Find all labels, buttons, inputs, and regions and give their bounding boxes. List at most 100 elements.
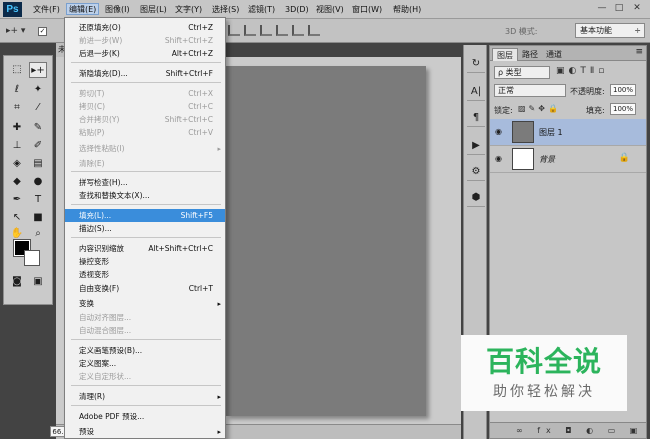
menu-item-undo-fill[interactable]: 还原填充(O) Ctrl+Z (65, 21, 225, 34)
canvas[interactable] (226, 66, 426, 416)
crop-tool-icon[interactable]: ⌗ (8, 100, 26, 116)
menu-item-copy-merged[interactable]: 合并拷贝(Y) Shift+Ctrl+C (65, 113, 225, 126)
type-tool-icon[interactable]: T (29, 192, 47, 208)
tab-layers[interactable]: 图层 (492, 48, 518, 61)
move-tool-icon[interactable]: ▸+ (29, 62, 47, 78)
visibility-eye-icon[interactable]: ◉ (495, 127, 502, 136)
background-color-swatch[interactable] (24, 250, 40, 266)
healing-brush-icon[interactable]: ✚ (8, 120, 26, 136)
fill-field[interactable]: 100% (610, 103, 636, 115)
align-hcenter-icon[interactable] (292, 25, 304, 36)
screen-mode-icon[interactable]: ▣ (29, 274, 47, 290)
menu-item-content-aware-scale[interactable]: 内容识别缩放 Alt+Shift+Ctrl+C (65, 242, 225, 255)
menu-item-step-backward[interactable]: 后退一步(K) Alt+Ctrl+Z (65, 47, 225, 60)
menu-window[interactable]: 窗口(W) (352, 4, 382, 16)
menu-item-purge[interactable]: 清理(R) ▸ (65, 390, 225, 403)
align-vcenter-icon[interactable] (244, 25, 256, 36)
eraser-tool-icon[interactable]: ◈ (8, 156, 26, 172)
tab-paths[interactable]: 路径 (518, 48, 542, 61)
menu-item-perspective-warp[interactable]: 透视变形 (65, 268, 225, 281)
menu-item-adobe-pdf-presets[interactable]: Adobe PDF 预设... (65, 410, 225, 423)
menu-item-step-forward[interactable]: 前进一步(W) Shift+Ctrl+Z (65, 34, 225, 47)
menu-item-label: 拷贝(C) (79, 102, 106, 111)
gradient-tool-icon[interactable]: ▤ (29, 156, 47, 172)
menu-item-transform[interactable]: 变换 ▸ (65, 297, 225, 310)
menu-item-paste[interactable]: 粘贴(P) Ctrl+V (65, 126, 225, 139)
menu-item-spell-check[interactable]: 拼写检查(H)... (65, 176, 225, 189)
path-select-icon[interactable]: ↖ (8, 210, 26, 226)
history-brush-icon[interactable]: ✐ (29, 138, 47, 154)
menu-item-label: Adobe PDF 预设... (79, 412, 145, 421)
3d-panel-icon[interactable]: ⬢ (467, 189, 485, 207)
menu-item-shortcut: Alt+Ctrl+Z (171, 49, 213, 58)
lasso-tool-icon[interactable]: ℓ (8, 82, 26, 98)
layer-filter-icons[interactable]: ▣◐TⅡ▫ (556, 66, 608, 76)
menu-3d[interactable]: 3D(D) (285, 4, 309, 16)
menu-item-presets[interactable]: 预设 ▸ (65, 425, 225, 438)
visibility-eye-icon[interactable]: ◉ (495, 154, 502, 163)
tab-channels[interactable]: 通道 (542, 48, 566, 61)
brush-tool-icon[interactable]: ✎ (29, 120, 47, 136)
menu-item-free-transform[interactable]: 自由变换(F) Ctrl+T (65, 282, 225, 295)
menu-item-label: 后退一步(K) (79, 49, 120, 58)
menu-item-define-pattern[interactable]: 定义图案... (65, 357, 225, 370)
align-bottom-icon[interactable] (260, 25, 272, 36)
eyedropper-icon[interactable]: ⁄ (29, 100, 47, 116)
quick-mask-icon[interactable]: ◙ (8, 274, 26, 290)
close-button[interactable]: ✕ (630, 3, 644, 15)
menu-item-cut[interactable]: 剪切(T) Ctrl+X (65, 87, 225, 100)
menu-image[interactable]: 图像(I) (105, 4, 130, 16)
actions-panel-icon[interactable]: ▶ (467, 137, 485, 155)
menu-item-fill[interactable]: 填充(L)... Shift+F5 (65, 209, 225, 222)
layer-row-background[interactable]: ◉ 背景 🔒 (490, 146, 646, 173)
menu-file[interactable]: 文件(F) (33, 4, 60, 16)
rectangle-tool-icon[interactable]: ■ (29, 210, 47, 226)
menu-item-paste-special[interactable]: 选择性粘贴(I) ▸ (65, 142, 225, 155)
menu-edit[interactable]: 编辑(E) (66, 3, 100, 15)
auto-select-checkbox[interactable]: ✓ (38, 27, 47, 36)
pen-tool-icon[interactable]: ✒ (8, 192, 26, 208)
menu-item-stroke[interactable]: 描边(S)... (65, 222, 225, 235)
minimize-button[interactable]: — (595, 3, 609, 15)
panel-menu-icon[interactable]: ≡ (635, 47, 643, 57)
align-top-icon[interactable] (228, 25, 240, 36)
menu-type[interactable]: 文字(Y) (175, 4, 202, 16)
menu-item-puppet-warp[interactable]: 操控变形 (65, 255, 225, 268)
history-panel-icon[interactable]: ↻ (467, 55, 485, 73)
menu-item-auto-blend-layers[interactable]: 自动混合图层... (65, 324, 225, 337)
move-tool-preset-icon[interactable]: ▸+ ▾ (6, 24, 25, 38)
menu-view[interactable]: 视图(V) (316, 4, 344, 16)
character-panel-icon[interactable]: A| (467, 83, 485, 101)
dodge-tool-icon[interactable]: ● (29, 174, 47, 190)
menu-item-fade-fill[interactable]: 渐隐填充(D)... Shift+Ctrl+F (65, 67, 225, 80)
layers-panel-footer[interactable]: ∞ fx ◘ ◐ ▭ ▣ 🗑 (490, 422, 646, 438)
clone-stamp-icon[interactable]: ⊥ (8, 138, 26, 154)
menu-filter[interactable]: 滤镜(T) (248, 4, 275, 16)
blur-tool-icon[interactable]: ◆ (8, 174, 26, 190)
menu-item-auto-align-layers[interactable]: 自动对齐图层... (65, 311, 225, 324)
menu-item-copy[interactable]: 拷贝(C) Ctrl+C (65, 100, 225, 113)
workspace-select[interactable]: 基本功能 (575, 23, 645, 38)
menu-item-clear[interactable]: 清除(E) (65, 157, 225, 170)
align-right-icon[interactable] (308, 25, 320, 36)
layer-row-layer1[interactable]: ◉ 图层 1 (490, 119, 646, 146)
menu-item-define-brush-preset[interactable]: 定义画笔预设(B)... (65, 344, 225, 357)
menu-help[interactable]: 帮助(H) (393, 4, 421, 16)
maximize-button[interactable]: □ (612, 3, 626, 15)
menu-item-define-custom-shape[interactable]: 定义自定形状... (65, 370, 225, 383)
menu-layer[interactable]: 图层(L) (140, 4, 167, 16)
menu-select[interactable]: 选择(S) (212, 4, 239, 16)
align-left-icon[interactable] (276, 25, 288, 36)
layer-kind-filter[interactable]: ρ 类型 (494, 66, 550, 79)
zoom-tool-icon[interactable]: ⌕ (29, 226, 47, 242)
align-buttons (228, 25, 324, 37)
marquee-tool-icon[interactable]: ⬚ (8, 62, 26, 78)
properties-panel-icon[interactable]: ⚙ (467, 163, 485, 181)
opacity-field[interactable]: 100% (610, 84, 636, 96)
lock-icons[interactable]: ▨✎✥🔒 (518, 104, 561, 113)
menu-separator (71, 339, 221, 340)
paragraph-panel-icon[interactable]: ¶ (467, 109, 485, 127)
menu-item-find-replace-text[interactable]: 查找和替换文本(X)... (65, 189, 225, 202)
magic-wand-icon[interactable]: ✦ (29, 82, 47, 98)
blend-mode-select[interactable]: 正常 (494, 84, 566, 97)
